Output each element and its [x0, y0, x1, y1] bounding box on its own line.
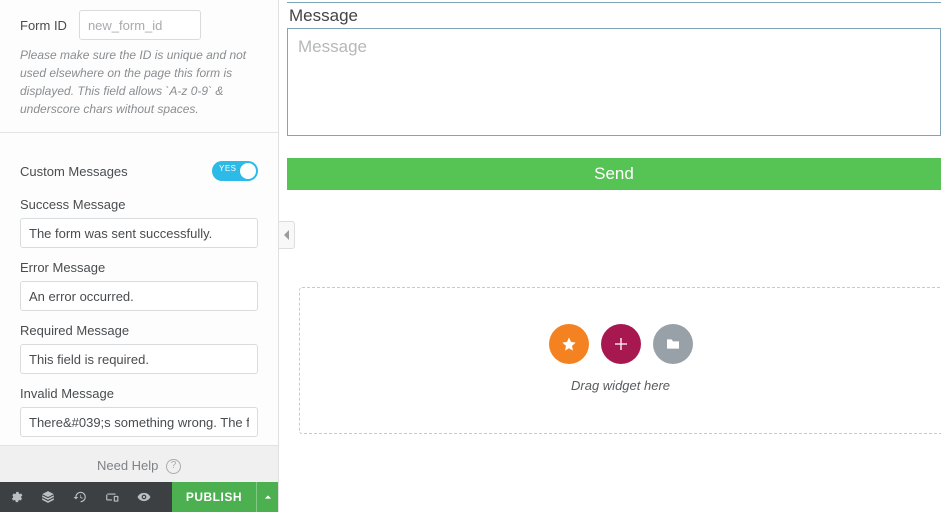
custom-messages-toggle[interactable]: YES	[212, 161, 258, 181]
required-message-label: Required Message	[20, 323, 258, 338]
send-button[interactable]: Send	[287, 158, 941, 190]
form-id-help-text: Please make sure the ID is unique and no…	[20, 46, 258, 118]
layers-icon[interactable]	[32, 490, 64, 504]
invalid-message-input[interactable]	[20, 407, 258, 437]
gear-icon[interactable]	[0, 490, 32, 504]
help-icon: ?	[166, 459, 181, 474]
folder-widget-button[interactable]	[653, 324, 693, 364]
custom-messages-title: Custom Messages	[20, 164, 128, 179]
folder-icon	[665, 336, 681, 352]
success-message-label: Success Message	[20, 197, 258, 212]
need-help[interactable]: Need Help ?	[0, 450, 278, 482]
invalid-message-label: Invalid Message	[20, 386, 258, 401]
message-field-label: Message	[289, 6, 941, 26]
collapse-sidebar-handle[interactable]	[279, 221, 295, 249]
main-preview: Message Message Send Drag widget here	[279, 0, 941, 512]
star-icon	[561, 336, 577, 352]
form-id-input[interactable]	[79, 10, 201, 40]
form-id-label: Form ID	[20, 18, 67, 33]
publish-button-group: PUBLISH	[172, 482, 278, 512]
history-icon[interactable]	[64, 490, 96, 504]
plus-icon	[613, 336, 629, 352]
message-textarea[interactable]: Message	[287, 28, 941, 136]
eye-icon[interactable]	[128, 490, 160, 504]
dropzone-hint: Drag widget here	[300, 378, 941, 393]
star-widget-button[interactable]	[549, 324, 589, 364]
sidebar: Form ID Please make sure the ID is uniqu…	[0, 0, 279, 512]
error-message-label: Error Message	[20, 260, 258, 275]
publish-button[interactable]: PUBLISH	[172, 482, 256, 512]
devices-icon[interactable]	[96, 490, 128, 504]
widget-dropzone[interactable]: Drag widget here	[299, 287, 941, 434]
success-message-input[interactable]	[20, 218, 258, 248]
error-message-input[interactable]	[20, 281, 258, 311]
publish-dropdown-caret[interactable]	[256, 482, 278, 512]
bottom-toolbar: PUBLISH	[0, 482, 278, 512]
required-message-input[interactable]	[20, 344, 258, 374]
add-widget-button[interactable]	[601, 324, 641, 364]
